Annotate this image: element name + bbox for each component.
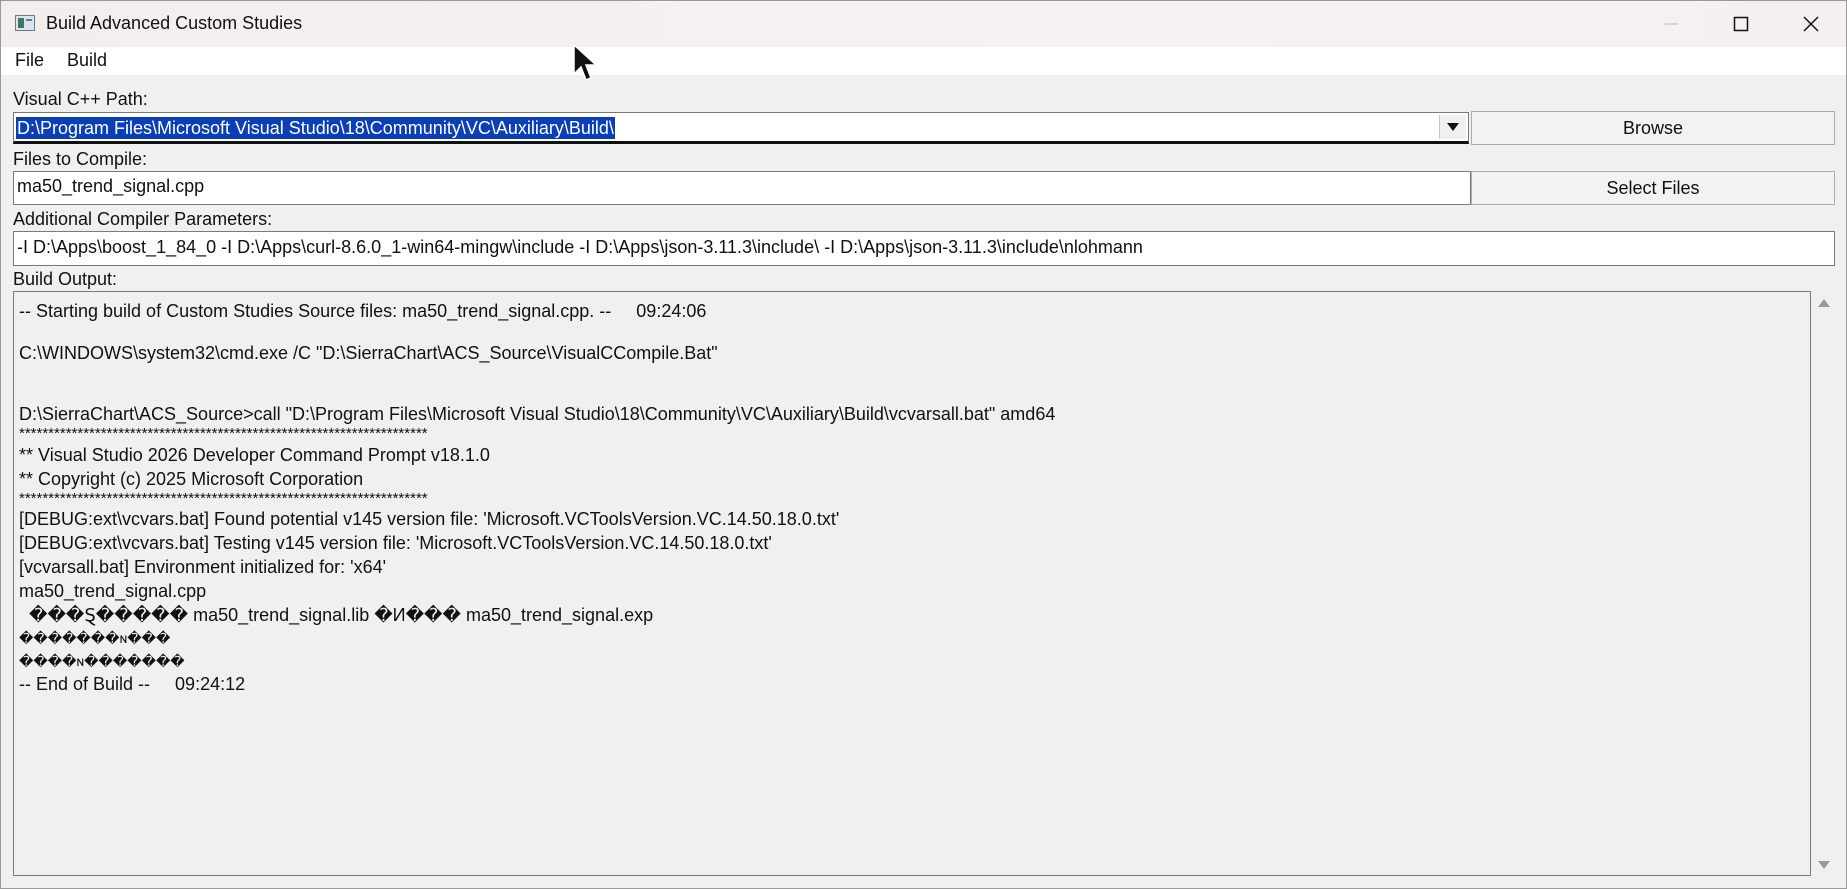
output-line: -- Starting build of Custom Studies Sour… xyxy=(19,301,707,321)
window-title: Build Advanced Custom Studies xyxy=(46,13,303,33)
vc-path-value[interactable]: D:\Program Files\Microsoft Visual Studio… xyxy=(16,117,615,139)
output-scrollbar[interactable] xyxy=(1813,291,1835,876)
app-window-icon xyxy=(15,15,35,31)
output-line: -- End of Build -- 09:24:12 xyxy=(19,674,246,694)
output-line: ****************************************… xyxy=(19,490,428,507)
select-files-button[interactable]: Select Files xyxy=(1471,171,1835,205)
build-acs-window: Build Advanced Custom Studies File Build… xyxy=(0,0,1847,889)
compiler-params-input[interactable]: -I D:\Apps\boost_1_84_0 -I D:\Apps\curl-… xyxy=(13,231,1835,266)
files-to-compile-label: Files to Compile: xyxy=(13,149,148,169)
scroll-down-icon[interactable] xyxy=(1818,861,1830,869)
vc-path-dropdown-button[interactable] xyxy=(1439,115,1466,139)
output-line: ma50_trend_signal.cpp xyxy=(19,581,207,601)
vc-path-combobox[interactable]: D:\Program Files\Microsoft Visual Studio… xyxy=(13,112,1469,144)
output-line: [DEBUG:ext\vcvars.bat] Found potential v… xyxy=(19,509,840,529)
output-line: ���Ȿ����� ma50_trend_signal.lib �И��� ma… xyxy=(19,605,654,625)
output-line: ** Copyright (c) 2025 Microsoft Corporat… xyxy=(19,469,364,489)
output-line: [vcvarsall.bat] Environment initialized … xyxy=(19,557,387,577)
files-to-compile-input[interactable]: ma50_trend_signal.cpp xyxy=(13,171,1471,205)
menu-bar: File Build xyxy=(1,47,1846,75)
maximize-icon xyxy=(1733,16,1749,32)
output-line: [DEBUG:ext\vcvars.bat] Testing v145 vers… xyxy=(19,533,772,553)
vc-path-label: Visual C++ Path: xyxy=(13,89,148,109)
minimize-icon xyxy=(1664,23,1678,25)
compiler-params-label: Additional Compiler Parameters: xyxy=(13,209,273,229)
menu-file[interactable]: File xyxy=(13,50,46,71)
minimize-button[interactable] xyxy=(1636,1,1706,47)
build-output-textarea[interactable]: -- Starting build of Custom Studies Sour… xyxy=(13,291,1811,876)
scroll-up-icon[interactable] xyxy=(1818,299,1830,307)
menu-build[interactable]: Build xyxy=(65,50,109,71)
title-bar[interactable]: Build Advanced Custom Studies xyxy=(1,1,1846,47)
output-line: �������ɴ��� xyxy=(19,630,171,646)
output-line: ����ɴ������� xyxy=(19,653,185,669)
output-line: C:\WINDOWS\system32\cmd.exe /C "D:\Sierr… xyxy=(19,343,718,363)
mouse-pointer-icon xyxy=(573,44,598,81)
output-line: ** Visual Studio 2026 Developer Command … xyxy=(19,445,490,465)
close-button[interactable] xyxy=(1776,1,1846,47)
chevron-down-icon xyxy=(1447,123,1459,131)
output-line: ****************************************… xyxy=(19,425,428,442)
output-line: D:\SierraChart\ACS_Source>call "D:\Progr… xyxy=(19,404,1056,424)
maximize-button[interactable] xyxy=(1706,1,1776,47)
browse-button[interactable]: Browse xyxy=(1471,111,1835,145)
build-output-label: Build Output: xyxy=(13,269,118,289)
close-icon xyxy=(1803,16,1819,32)
